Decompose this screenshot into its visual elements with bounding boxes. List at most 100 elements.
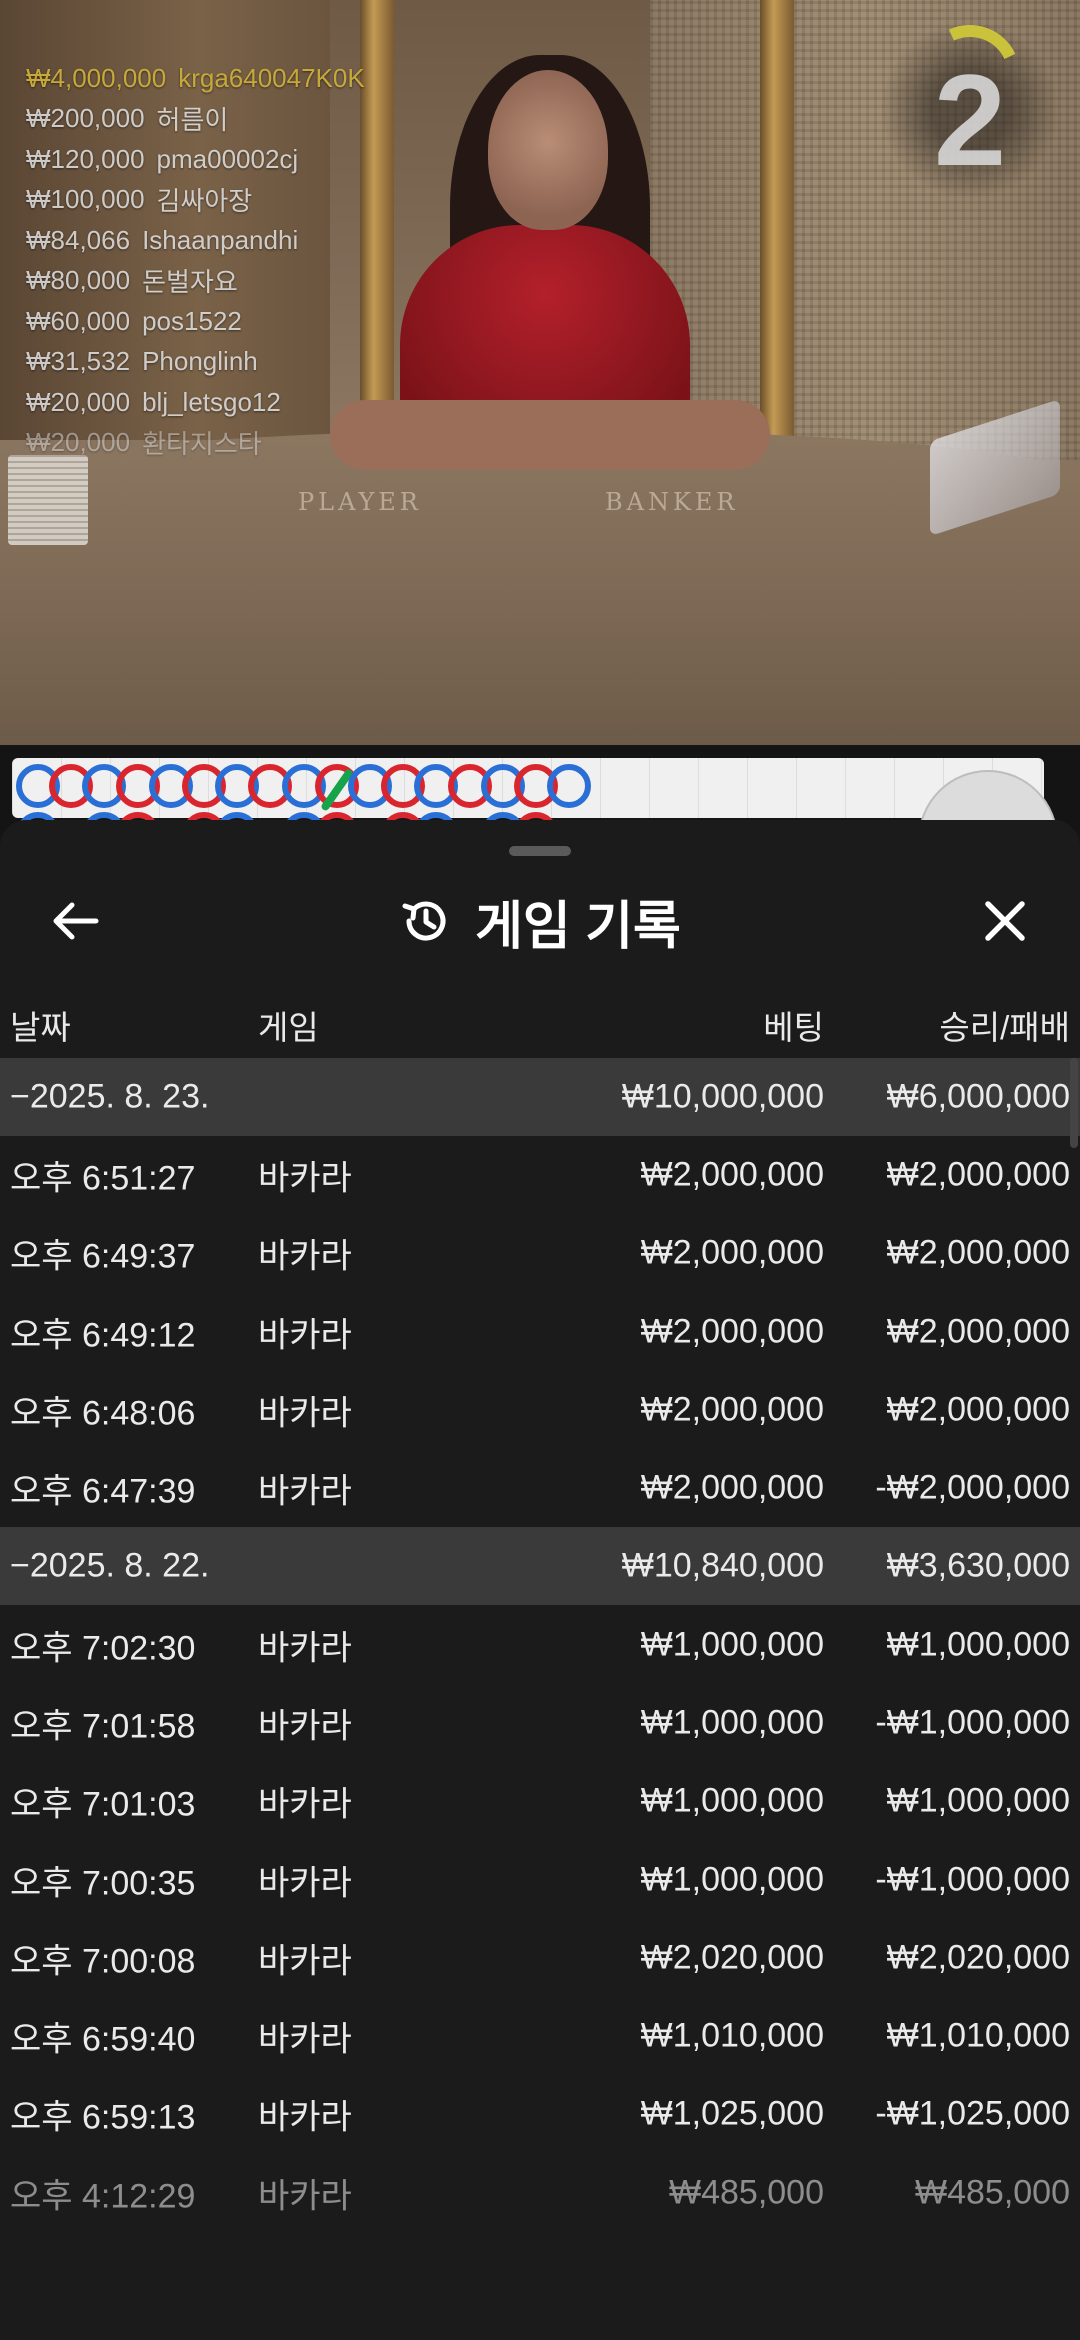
history-row[interactable]: 오후 6:48:06 바카라 ₩2,000,000 ₩2,000,000	[0, 1371, 1080, 1449]
row-time: 오후 6:49:37	[10, 1237, 196, 1276]
group-bet-total: ₩10,840,000	[621, 1546, 824, 1585]
row-bet: ₩2,000,000	[640, 1312, 824, 1351]
row-bet: ₩2,000,000	[640, 1155, 824, 1194]
history-row[interactable]: 오후 6:59:13 바카라 ₩1,025,000 -₩1,025,000	[0, 2075, 1080, 2153]
column-header-date: 날짜	[10, 1009, 71, 1046]
row-game: 바카라	[258, 1629, 352, 1668]
leaderboard-amount: ₩120,000	[26, 143, 145, 174]
bead-road[interactable]	[12, 758, 1044, 818]
row-bet: ₩2,000,000	[640, 1468, 824, 1507]
leaderboard-user: krga640047K0K	[178, 62, 365, 93]
card-stack	[8, 455, 88, 545]
row-time: 오후 7:00:35	[10, 1864, 196, 1903]
row-win-loss: ₩2,000,000	[886, 1390, 1070, 1429]
date-group-row[interactable]: −2025. 8. 23. ₩10,000,000 ₩6,000,000	[0, 1058, 1080, 1136]
row-bet: ₩1,025,000	[640, 2094, 824, 2133]
leaderboard-amount: ₩20,000	[26, 386, 131, 417]
history-row[interactable]: 오후 7:00:08 바카라 ₩2,020,000 ₩2,020,000	[0, 1919, 1080, 1997]
row-time: 오후 7:02:30	[10, 1629, 196, 1668]
row-bet: ₩2,000,000	[640, 1390, 824, 1429]
leaderboard-row: ₩120,000 pma00002cj	[26, 139, 365, 180]
history-icon	[402, 901, 446, 941]
row-bet: ₩1,000,000	[640, 1860, 824, 1899]
leaderboard-user: 환타지스타	[142, 429, 262, 460]
leaderboard-amount: ₩31,532	[26, 346, 131, 377]
history-row[interactable]: 오후 7:02:30 바카라 ₩1,000,000 ₩1,000,000	[0, 1605, 1080, 1683]
row-game: 바카라	[258, 2020, 352, 2059]
leaderboard-row: ₩31,532 Phonglinh	[26, 342, 365, 383]
leaderboard-amount: ₩80,000	[26, 265, 131, 296]
row-time: 오후 6:48:06	[10, 1394, 196, 1433]
history-table-body: −2025. 8. 23. ₩10,000,000 ₩6,000,000 오후 6:5…	[0, 1058, 1080, 2310]
leaderboard-row: ₩80,000 돈벌자요	[26, 261, 365, 302]
history-row[interactable]: 오후 7:01:58 바카라 ₩1,000,000 -₩1,000,000	[0, 1684, 1080, 1762]
scrollbar[interactable]	[1070, 1058, 1078, 1148]
history-row[interactable]: 오후 6:47:39 바카라 ₩2,000,000 -₩2,000,000	[0, 1449, 1080, 1527]
group-bet-total: ₩10,000,000	[621, 1077, 824, 1116]
leaderboard-row: ₩100,000 김싸아장	[26, 180, 365, 221]
close-icon	[985, 901, 1025, 941]
leaderboard-row: ₩60,000 pos1522	[26, 301, 365, 342]
bead-player	[547, 764, 592, 808]
row-time: 오후 4:12:29	[10, 2177, 196, 2216]
row-win-loss: -₩1,000,000	[875, 1703, 1070, 1742]
dealer-face	[488, 70, 608, 230]
history-row[interactable]: 오후 6:59:40 바카라 ₩1,010,000 ₩1,010,000	[0, 1997, 1080, 2075]
row-bet: ₩1,000,000	[640, 1703, 824, 1742]
column-header-bet: 베팅	[763, 1009, 824, 1046]
leaderboard-amount: ₩100,000	[26, 184, 145, 215]
row-time: 오후 6:47:39	[10, 1472, 196, 1511]
gold-pillar	[760, 0, 794, 440]
date-group-row[interactable]: −2025. 8. 22. ₩10,840,000 ₩3,630,000	[0, 1527, 1080, 1606]
history-row[interactable]: 오후 7:00:35 바카라 ₩1,000,000 -₩1,000,000	[0, 1840, 1080, 1918]
group-win-total: ₩6,000,000	[886, 1077, 1070, 1116]
winners-leaderboard: ₩4,000,000 krga640047K0K ₩200,000 허름이 ₩120,0…	[26, 58, 365, 463]
row-win-loss: ₩1,010,000	[886, 2016, 1070, 2055]
leaderboard-row: ₩20,000 환타지스타	[26, 423, 365, 464]
row-win-loss: -₩1,025,000	[875, 2094, 1070, 2133]
row-game: 바카라	[258, 2098, 352, 2137]
leaderboard-row: ₩84,066 Ishaanpandhi	[26, 220, 365, 261]
row-win-loss: ₩2,000,000	[886, 1155, 1070, 1194]
row-bet: ₩2,020,000	[640, 1938, 824, 1977]
history-row[interactable]: 오후 6:51:27 바카라 ₩2,000,000 ₩2,000,000	[0, 1136, 1080, 1214]
row-game: 바카라	[258, 1237, 352, 1276]
history-row[interactable]: 오후 7:01:03 바카라 ₩1,000,000 ₩1,000,000	[0, 1762, 1080, 1840]
betting-countdown: 2	[880, 10, 1060, 200]
row-time: 오후 6:49:12	[10, 1316, 196, 1355]
row-game: 바카라	[258, 1394, 352, 1433]
row-win-loss: ₩2,000,000	[886, 1233, 1070, 1272]
game-history-sheet: 게임 기록 날짜 게임 베팅 승리/패배 −2025. 8. 23. ₩10,00…	[0, 820, 1080, 2340]
date-group-label: −2025. 8. 23.	[10, 1077, 210, 1116]
player-area-label: PLAYER	[298, 488, 422, 516]
row-time: 오후 7:01:58	[10, 1707, 196, 1746]
leaderboard-row: ₩200,000 허름이	[26, 99, 365, 140]
close-button[interactable]	[970, 886, 1040, 956]
leaderboard-row: ₩4,000,000 krga640047K0K	[26, 58, 365, 99]
leaderboard-amount: ₩84,066	[26, 224, 131, 255]
row-win-loss: ₩1,000,000	[886, 1781, 1070, 1820]
row-win-loss: ₩2,000,000	[886, 1312, 1070, 1351]
row-win-loss: ₩1,000,000	[886, 1625, 1070, 1664]
leaderboard-user: pma00002cj	[156, 143, 299, 174]
row-time: 오후 6:59:40	[10, 2020, 196, 2059]
row-bet: ₩1,010,000	[640, 2016, 824, 2055]
leaderboard-amount: ₩60,000	[26, 305, 131, 336]
history-row[interactable]: 오후 6:49:12 바카라 ₩2,000,000 ₩2,000,000	[0, 1293, 1080, 1371]
row-game: 바카라	[258, 1472, 352, 1511]
leaderboard-user: Ishaanpandhi	[142, 224, 299, 255]
column-header-game: 게임	[258, 1009, 319, 1046]
history-row[interactable]: 오후 4:12:29 바카라 ₩485,000 ₩485,000	[0, 2154, 1080, 2232]
back-button[interactable]	[40, 886, 110, 956]
history-row[interactable]: 오후 6:49:37 바카라 ₩2,000,000 ₩2,000,000	[0, 1214, 1080, 1292]
leaderboard-user: 돈벌자요	[142, 267, 238, 298]
sheet-title: 게임 기록	[475, 897, 681, 956]
row-game: 바카라	[258, 1316, 352, 1355]
row-win-loss: -₩2,000,000	[875, 1468, 1070, 1507]
sheet-drag-handle[interactable]	[509, 846, 571, 856]
countdown-number: 2	[933, 47, 1007, 193]
row-time: 오후 6:59:13	[10, 2098, 196, 2137]
row-game: 바카라	[258, 1707, 352, 1746]
sheet-header: 게임 기록	[0, 860, 1080, 990]
column-header-win-loss: 승리/패배	[939, 1009, 1070, 1046]
